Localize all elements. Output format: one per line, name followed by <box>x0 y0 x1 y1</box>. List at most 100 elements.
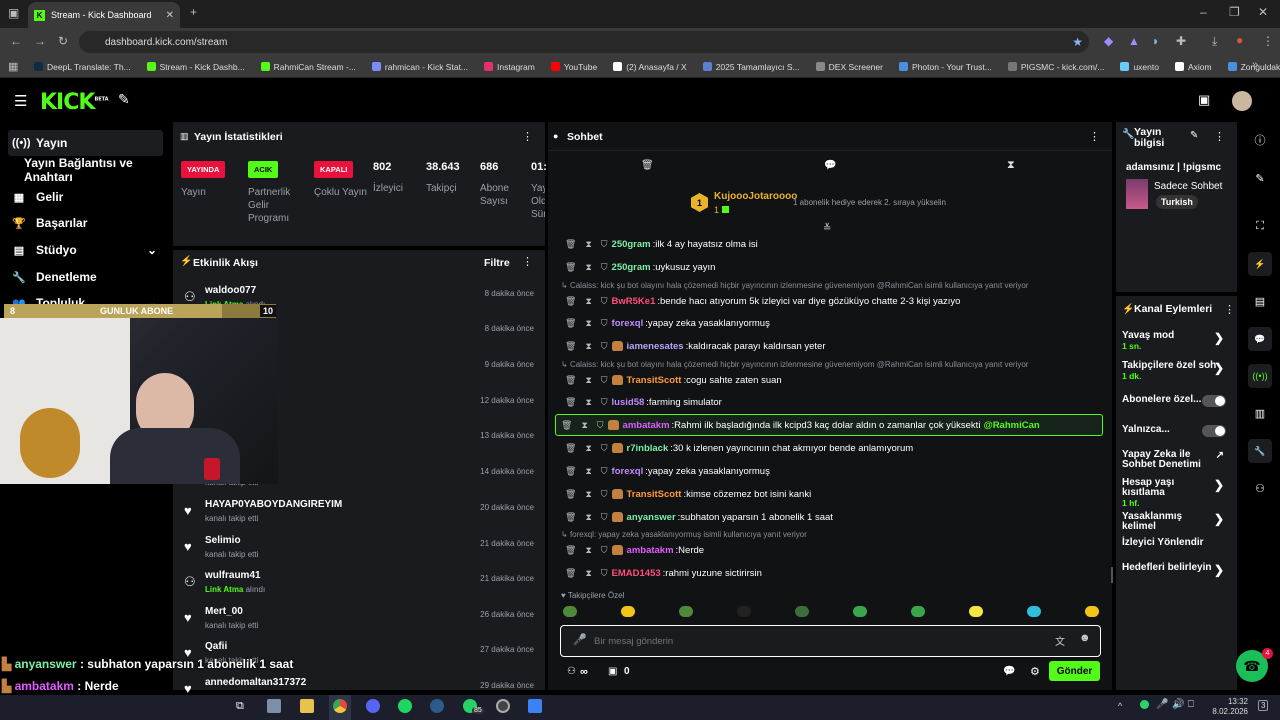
chevron-right-icon[interactable]: ❯ <box>1214 563 1224 577</box>
chat-username[interactable]: BwR5Ke1 <box>612 296 656 307</box>
translate-icon[interactable]: 文 <box>1055 633 1065 648</box>
delete-message-icon[interactable]: 🗑 <box>565 375 576 386</box>
ban-shield-icon[interactable]: ⛉ <box>601 239 608 250</box>
sidebar-item-1[interactable]: Yayın Bağlantısı ve Anahtarı <box>8 156 163 184</box>
feed-username[interactable]: HAYAP0YABOYDANGIREYIM <box>205 499 342 510</box>
bookmark-item[interactable]: YouTube <box>550 62 597 72</box>
bookmarks-overflow-icon[interactable]: » <box>1252 59 1258 71</box>
feed-username[interactable]: waldoo077 <box>205 285 256 296</box>
frog-emote-icon[interactable] <box>795 606 809 617</box>
timeout-icon[interactable]: ⧗ <box>585 318 591 329</box>
delete-message-icon[interactable]: 🗑 <box>561 420 572 431</box>
delete-message-icon[interactable]: 🗑 <box>565 512 576 523</box>
chat-username[interactable]: forexql <box>612 466 644 477</box>
hourglass-tab-icon[interactable]: ⧗ <box>1007 159 1015 172</box>
delete-message-icon[interactable]: 🗑 <box>565 489 576 500</box>
chat-username[interactable]: 250gram <box>612 262 651 273</box>
ban-shield-icon[interactable]: ⛉ <box>601 512 608 523</box>
channel-action[interactable]: Hedefleri belirleyin ❯ <box>1122 563 1232 578</box>
chat-username[interactable]: forexql <box>612 318 644 329</box>
ban-shield-icon[interactable]: ⛉ <box>601 568 608 579</box>
timeout-icon[interactable]: ⧗ <box>581 420 587 431</box>
feed-menu-icon[interactable]: ⋮ <box>522 255 533 268</box>
chat-username[interactable]: TransitScott <box>627 375 682 386</box>
channel-action[interactable]: Yavaş mod 1 sn. ❯ <box>1122 331 1232 352</box>
extension-icon[interactable]: ◗ <box>1152 34 1159 48</box>
profile-avatar-icon[interactable]: ● <box>1236 33 1243 47</box>
channel-action[interactable]: İzleyici Yönlendir <box>1122 538 1232 548</box>
chat-username[interactable]: 250gram <box>612 239 651 250</box>
file-explorer-icon[interactable] <box>300 699 314 713</box>
extensions-puzzle-icon[interactable]: ✚ <box>1176 34 1186 48</box>
timeout-icon[interactable]: ⧗ <box>585 239 591 250</box>
notification-count[interactable]: 3 <box>1258 700 1269 711</box>
feed-username[interactable]: Mert_00 <box>205 606 243 617</box>
pepe-emote-icon[interactable] <box>853 606 867 617</box>
gift-user[interactable]: KujoooJotaroooo <box>714 191 797 202</box>
sidebar-item-2[interactable]: ▦ Gelir <box>8 184 163 210</box>
chat-username[interactable]: ambatakm <box>627 545 674 556</box>
chevron-right-icon[interactable]: ❯ <box>1214 331 1224 345</box>
screen-icon[interactable]: ▣ <box>1198 92 1210 108</box>
ban-shield-icon[interactable]: ⛉ <box>601 375 608 386</box>
chat-username[interactable]: ambatakm <box>623 420 670 431</box>
delete-message-icon[interactable]: 🗑 <box>565 341 576 352</box>
emoji-icon[interactable]: ☻ <box>1079 632 1091 644</box>
chevron-right-icon[interactable]: ❯ <box>1214 361 1224 375</box>
tray-overflow-icon[interactable]: ^ <box>1118 701 1122 711</box>
obs-icon[interactable] <box>496 699 510 713</box>
follower-link-icon[interactable]: ⚇ <box>567 666 576 677</box>
chat-scrollbar[interactable] <box>1111 567 1113 583</box>
chrome-menu-icon[interactable]: ⋮ <box>1262 34 1274 48</box>
pepe-emote-icon[interactable] <box>911 606 925 617</box>
delete-message-icon[interactable]: 🗑 <box>565 318 576 329</box>
chevron-right-icon[interactable]: ❯ <box>1214 512 1224 526</box>
hamburger-menu-icon[interactable]: ☰ <box>14 92 27 110</box>
chat-settings-bubble-icon[interactable]: 💬 <box>1003 666 1015 677</box>
ban-shield-icon[interactable]: ⛉ <box>601 545 608 556</box>
channel-action[interactable]: Hesap yaşı kısıtlama 1 hf. ❯ <box>1122 478 1232 509</box>
ban-shield-icon[interactable]: ⛉ <box>601 318 608 329</box>
sidebar-item-4[interactable]: ▤ Stüdyo ⌄ <box>8 237 163 263</box>
chat-clear-trash-icon[interactable]: 🗑 <box>641 160 654 171</box>
feed-username[interactable]: annedomaltan317372 <box>205 677 306 688</box>
layout-icon[interactable]: ▥ <box>1248 401 1272 425</box>
user-avatar[interactable] <box>1232 91 1252 111</box>
url-field[interactable]: dashboard.kick.com/stream ★ <box>79 31 1089 53</box>
ninja-emote-icon[interactable] <box>737 606 751 617</box>
timeout-icon[interactable]: ⧗ <box>585 466 591 477</box>
volume-icon[interactable]: 🔊 <box>1172 699 1184 710</box>
delete-message-icon[interactable]: 🗑 <box>565 568 576 579</box>
close-window-icon[interactable]: ✕ <box>1258 5 1268 19</box>
bookmark-item[interactable]: PIGSMC - kick.com/... <box>1007 62 1104 72</box>
feed-username[interactable]: Selimio <box>205 535 241 546</box>
new-tab-icon[interactable]: + <box>190 5 197 19</box>
chat-username[interactable]: iamenesates <box>627 341 684 352</box>
extension-icon[interactable]: ◆ <box>1104 34 1113 48</box>
gift-box-icon[interactable]: ▣ <box>608 666 617 677</box>
external-link-icon[interactable]: ↗ <box>1216 450 1224 461</box>
restore-icon[interactable]: ❐ <box>1229 5 1240 19</box>
ban-shield-icon[interactable]: ⛉ <box>601 397 608 408</box>
pencil-icon[interactable]: ✎ <box>1248 166 1272 190</box>
chat-username[interactable]: anyanswer <box>627 512 676 523</box>
minimize-icon[interactable]: – <box>1200 5 1207 19</box>
sidebar-item-3[interactable]: 🏆 Başarılar <box>8 210 163 236</box>
info-menu-icon[interactable]: ⋮ <box>1214 130 1225 143</box>
timeout-icon[interactable]: ⧗ <box>585 568 591 579</box>
delete-message-icon[interactable]: 🗑 <box>565 545 576 556</box>
edit-pencil-icon[interactable]: ✎ <box>1190 130 1198 141</box>
spotify-icon[interactable] <box>398 699 412 713</box>
bookmark-item[interactable]: Instagram <box>484 62 535 72</box>
task-view-icon[interactable]: ⧉ <box>236 700 244 713</box>
tab-close-icon[interactable]: ✕ <box>166 10 174 21</box>
sidebar-item-0[interactable]: ((•)) Yayın <box>8 130 163 156</box>
app-icon[interactable] <box>528 699 542 713</box>
channel-action[interactable]: Yasaklanmış kelimel ❯ <box>1122 512 1232 532</box>
ban-shield-icon[interactable]: ⛉ <box>601 466 608 477</box>
timeout-icon[interactable]: ⧗ <box>585 489 591 500</box>
toggle-switch[interactable] <box>1202 425 1226 437</box>
bookmark-star-icon[interactable]: ★ <box>1072 35 1083 49</box>
tab-menu-icon[interactable]: ▣ <box>8 6 19 20</box>
feed-filter-button[interactable]: Filtre <box>484 257 510 269</box>
